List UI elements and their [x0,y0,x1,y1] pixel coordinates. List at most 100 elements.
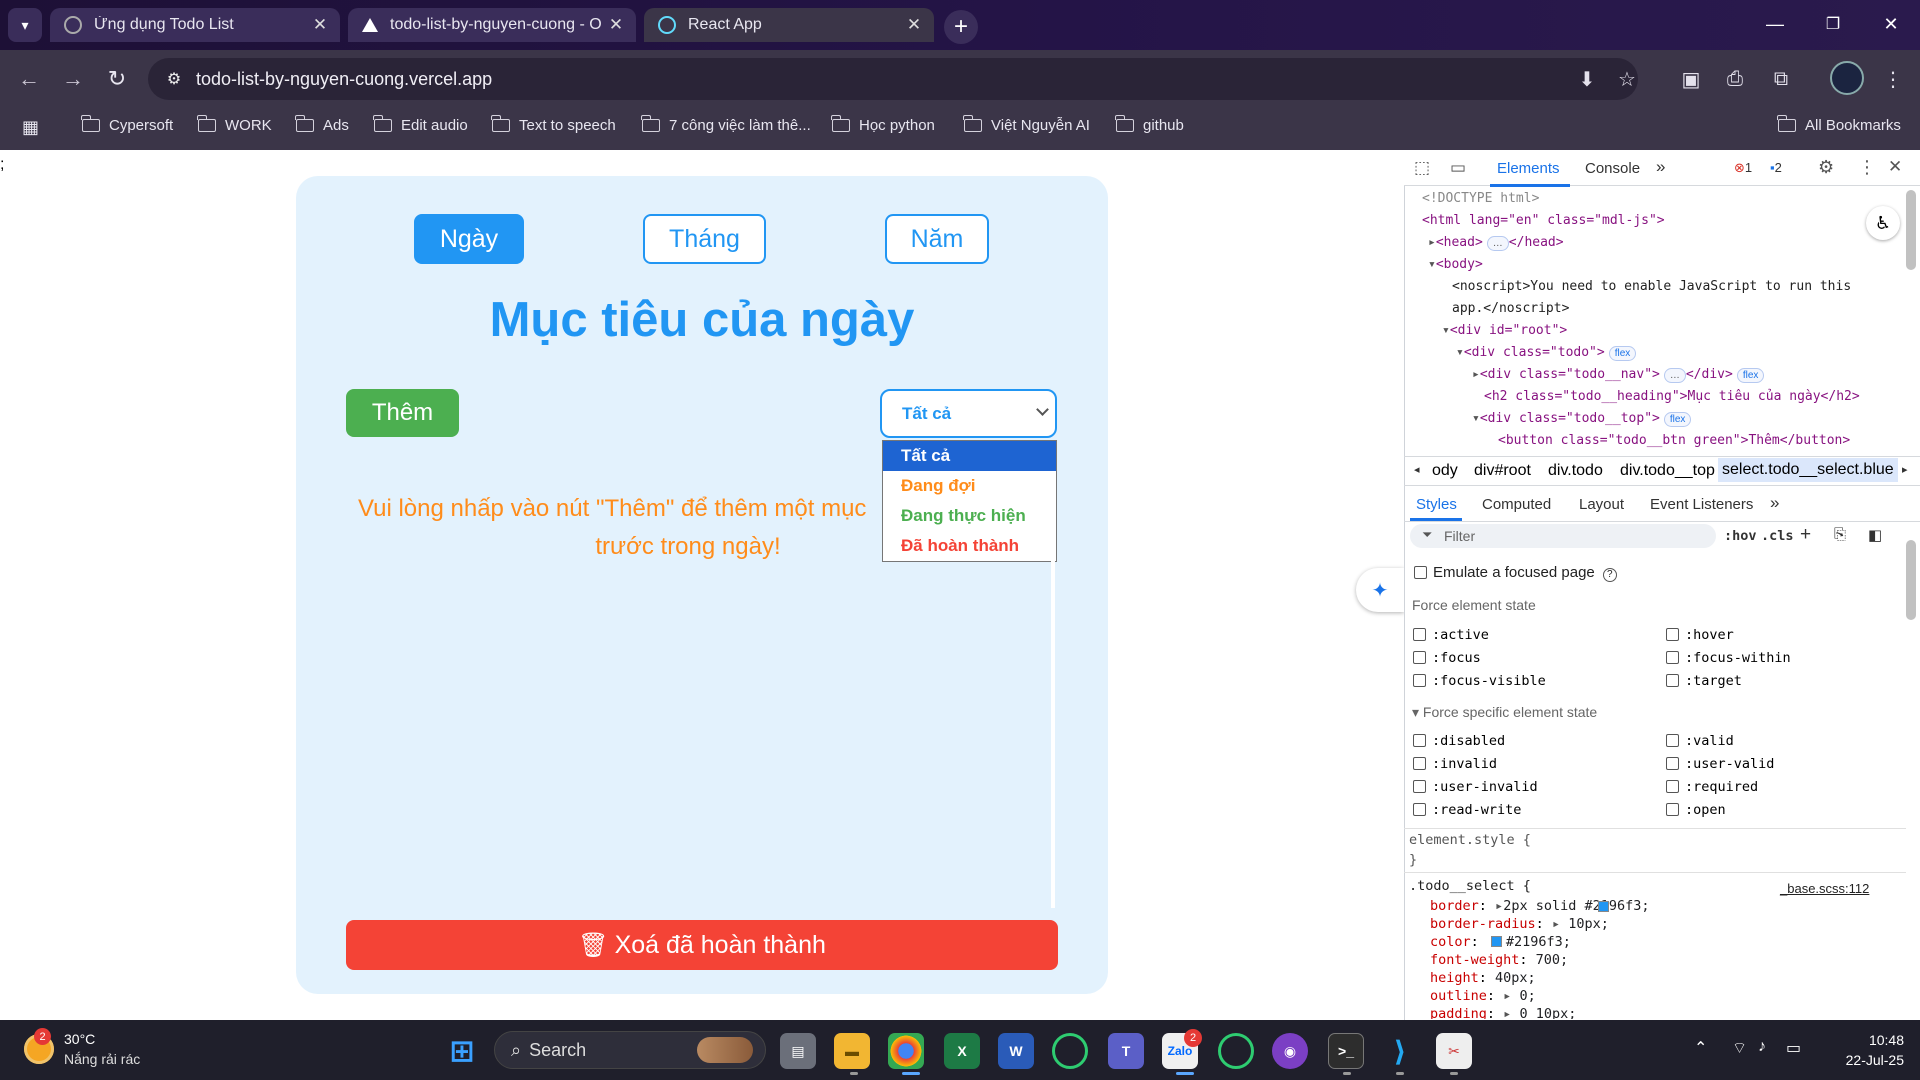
hov-toggle[interactable]: :hov [1724,528,1757,544]
clock-time[interactable]: 10:48 [1842,1032,1904,1048]
bookmark-item[interactable]: WORK [197,115,272,134]
checkbox[interactable] [1413,651,1426,664]
css-prop[interactable]: font-weight: 700; [1430,952,1568,968]
profile-avatar[interactable] [1830,61,1864,95]
bookmark-item[interactable]: Cypersoft [81,115,173,134]
tab-search-button[interactable]: ▾ [8,8,42,42]
checkbox[interactable] [1413,674,1426,687]
breadcrumb-item[interactable]: div.todo [1548,462,1603,480]
weather-desc[interactable]: Nắng rải rác [64,1051,140,1067]
device-toolbar-icon[interactable]: ▭ [1450,158,1466,178]
excel-icon[interactable]: X [944,1033,980,1069]
checkbox[interactable] [1414,566,1427,579]
styles-filter-input[interactable]: ⏷ Filter [1410,524,1716,548]
breadcrumb-item[interactable]: div.todo__top [1620,462,1715,480]
refresh-app-icon[interactable] [1218,1033,1254,1069]
checkbox[interactable] [1666,651,1679,664]
restore-icon[interactable]: ❐ [1804,0,1862,48]
state-checkbox[interactable]: :open [1666,802,1726,818]
more-subtabs-icon[interactable]: » [1770,493,1779,513]
styles-scrollbar[interactable] [1906,540,1916,620]
checkbox[interactable] [1413,734,1426,747]
flex-badge[interactable]: flex [1736,368,1765,383]
add-button[interactable]: Thêm [346,389,459,437]
css-prop[interactable]: height: 40px; [1430,970,1536,986]
checkbox[interactable] [1413,780,1426,793]
state-checkbox[interactable]: :target [1666,673,1742,689]
state-checkbox[interactable]: :valid [1666,733,1734,749]
subtab-event-listeners[interactable]: Event Listeners [1650,496,1753,513]
bookmark-item[interactable]: Edit audio [373,115,468,134]
dom-node[interactable]: <button class="todo__btn green">Thêm</bu… [1498,430,1850,452]
tab-react-app[interactable]: React App ✕ [644,8,934,42]
dom-node[interactable]: ▾<div class="todo"> flex [1456,342,1637,364]
apps-grid-icon[interactable]: ▦ [22,117,42,137]
wifi-icon[interactable]: ⌔ [1732,1038,1747,1058]
printer-icon[interactable]: ⎙ [1720,64,1750,94]
taskbar-search[interactable]: ⌕ Search [494,1031,766,1069]
install-app-icon[interactable]: ⬇ [1572,64,1602,94]
error-counter[interactable]: ⊗1 [1734,160,1752,176]
help-icon[interactable]: ? [1602,568,1617,582]
subtab-computed[interactable]: Computed [1482,496,1551,513]
css-prop[interactable]: border-radius: ▸ 10px; [1430,916,1609,932]
extensions-icon[interactable]: ⧉ [1766,64,1796,94]
dom-node[interactable]: app.</noscript> [1452,298,1569,320]
checkbox[interactable] [1666,803,1679,816]
dom-node[interactable]: <h2 class="todo__heading">Mục tiêu của n… [1484,386,1860,408]
devtools-menu-icon[interactable]: ⋮ [1858,157,1876,178]
accessibility-icon[interactable]: ♿ [1866,206,1900,240]
nav-month-button[interactable]: Tháng [643,214,766,264]
windows-start-icon[interactable]: ⊞ [444,1033,480,1069]
task-view-icon[interactable]: ▤ [780,1033,816,1069]
bookmark-star-icon[interactable]: ☆ [1612,64,1642,94]
flex-badge[interactable]: flex [1663,412,1692,427]
forward-icon[interactable]: → [56,62,90,96]
state-checkbox[interactable]: :focus-visible [1413,673,1546,689]
bookmark-item[interactable]: Việt Nguyễn AI [963,115,1090,134]
checkbox[interactable] [1666,674,1679,687]
status-filter-select[interactable]: Tất cả [880,389,1057,438]
vscode-icon[interactable]: ⟩ [1382,1033,1418,1069]
tab-vercel[interactable]: todo-list-by-nguyen-cuong - O ✕ [348,8,636,42]
ai-assist-icon[interactable]: ✦ [1356,568,1404,612]
color-swatch[interactable] [1490,936,1502,947]
paint-icon[interactable]: ⎘ [1834,526,1846,543]
checkbox[interactable] [1413,757,1426,770]
bookmark-item[interactable]: Học python [831,115,935,134]
subtab-styles[interactable]: Styles [1416,496,1457,513]
chrome-icon[interactable] [888,1033,924,1069]
element-style-rule[interactable]: element.style { [1409,832,1531,848]
css-prop[interactable]: padding: ▸ 0 10px; [1430,1006,1576,1019]
checkbox[interactable] [1666,757,1679,770]
clock-date[interactable]: 22-Jul-25 [1830,1052,1904,1068]
color-swatch[interactable] [1598,901,1609,912]
site-info-icon[interactable]: ⚙ [162,67,186,91]
dom-node[interactable]: <!DOCTYPE html> [1422,188,1539,210]
nav-day-button[interactable]: Ngày [414,214,524,264]
bookmark-item[interactable]: Ads [295,115,349,134]
scroll-left-icon[interactable]: ◂ [1414,463,1420,476]
rule-selector[interactable]: .todo__select { [1409,878,1531,894]
state-checkbox[interactable]: :read-write [1413,802,1521,818]
clear-completed-button[interactable]: 🗑 Xoá đã hoàn thành [346,920,1058,970]
minimize-icon[interactable]: — [1746,0,1804,48]
state-checkbox[interactable]: :user-invalid [1413,779,1538,795]
green-app-icon[interactable] [1052,1033,1088,1069]
breadcrumb-item-selected[interactable]: select.todo__select.blue [1718,458,1898,482]
more-menu-icon[interactable]: ⋮ [1878,64,1908,94]
terminal-icon[interactable]: >_ [1328,1033,1364,1069]
dom-node[interactable]: ▸<head>… </head> [1428,232,1564,254]
weather-temp[interactable]: 30°C [64,1031,95,1047]
cast-icon[interactable]: ▣ [1676,64,1706,94]
more-tabs-icon[interactable]: » [1656,157,1665,177]
dom-scrollbar[interactable] [1906,190,1916,270]
dom-node[interactable]: <noscript>You need to enable JavaScript … [1452,276,1851,298]
css-prop[interactable]: outline: ▸ 0; [1430,988,1536,1004]
state-checkbox[interactable]: :required [1666,779,1758,795]
teams-icon[interactable]: T [1108,1033,1144,1069]
reload-icon[interactable]: ↻ [100,62,134,96]
back-icon[interactable]: ← [12,62,46,96]
snipping-tool-icon[interactable]: ✂ [1436,1033,1472,1069]
cls-toggle[interactable]: .cls [1761,528,1794,544]
